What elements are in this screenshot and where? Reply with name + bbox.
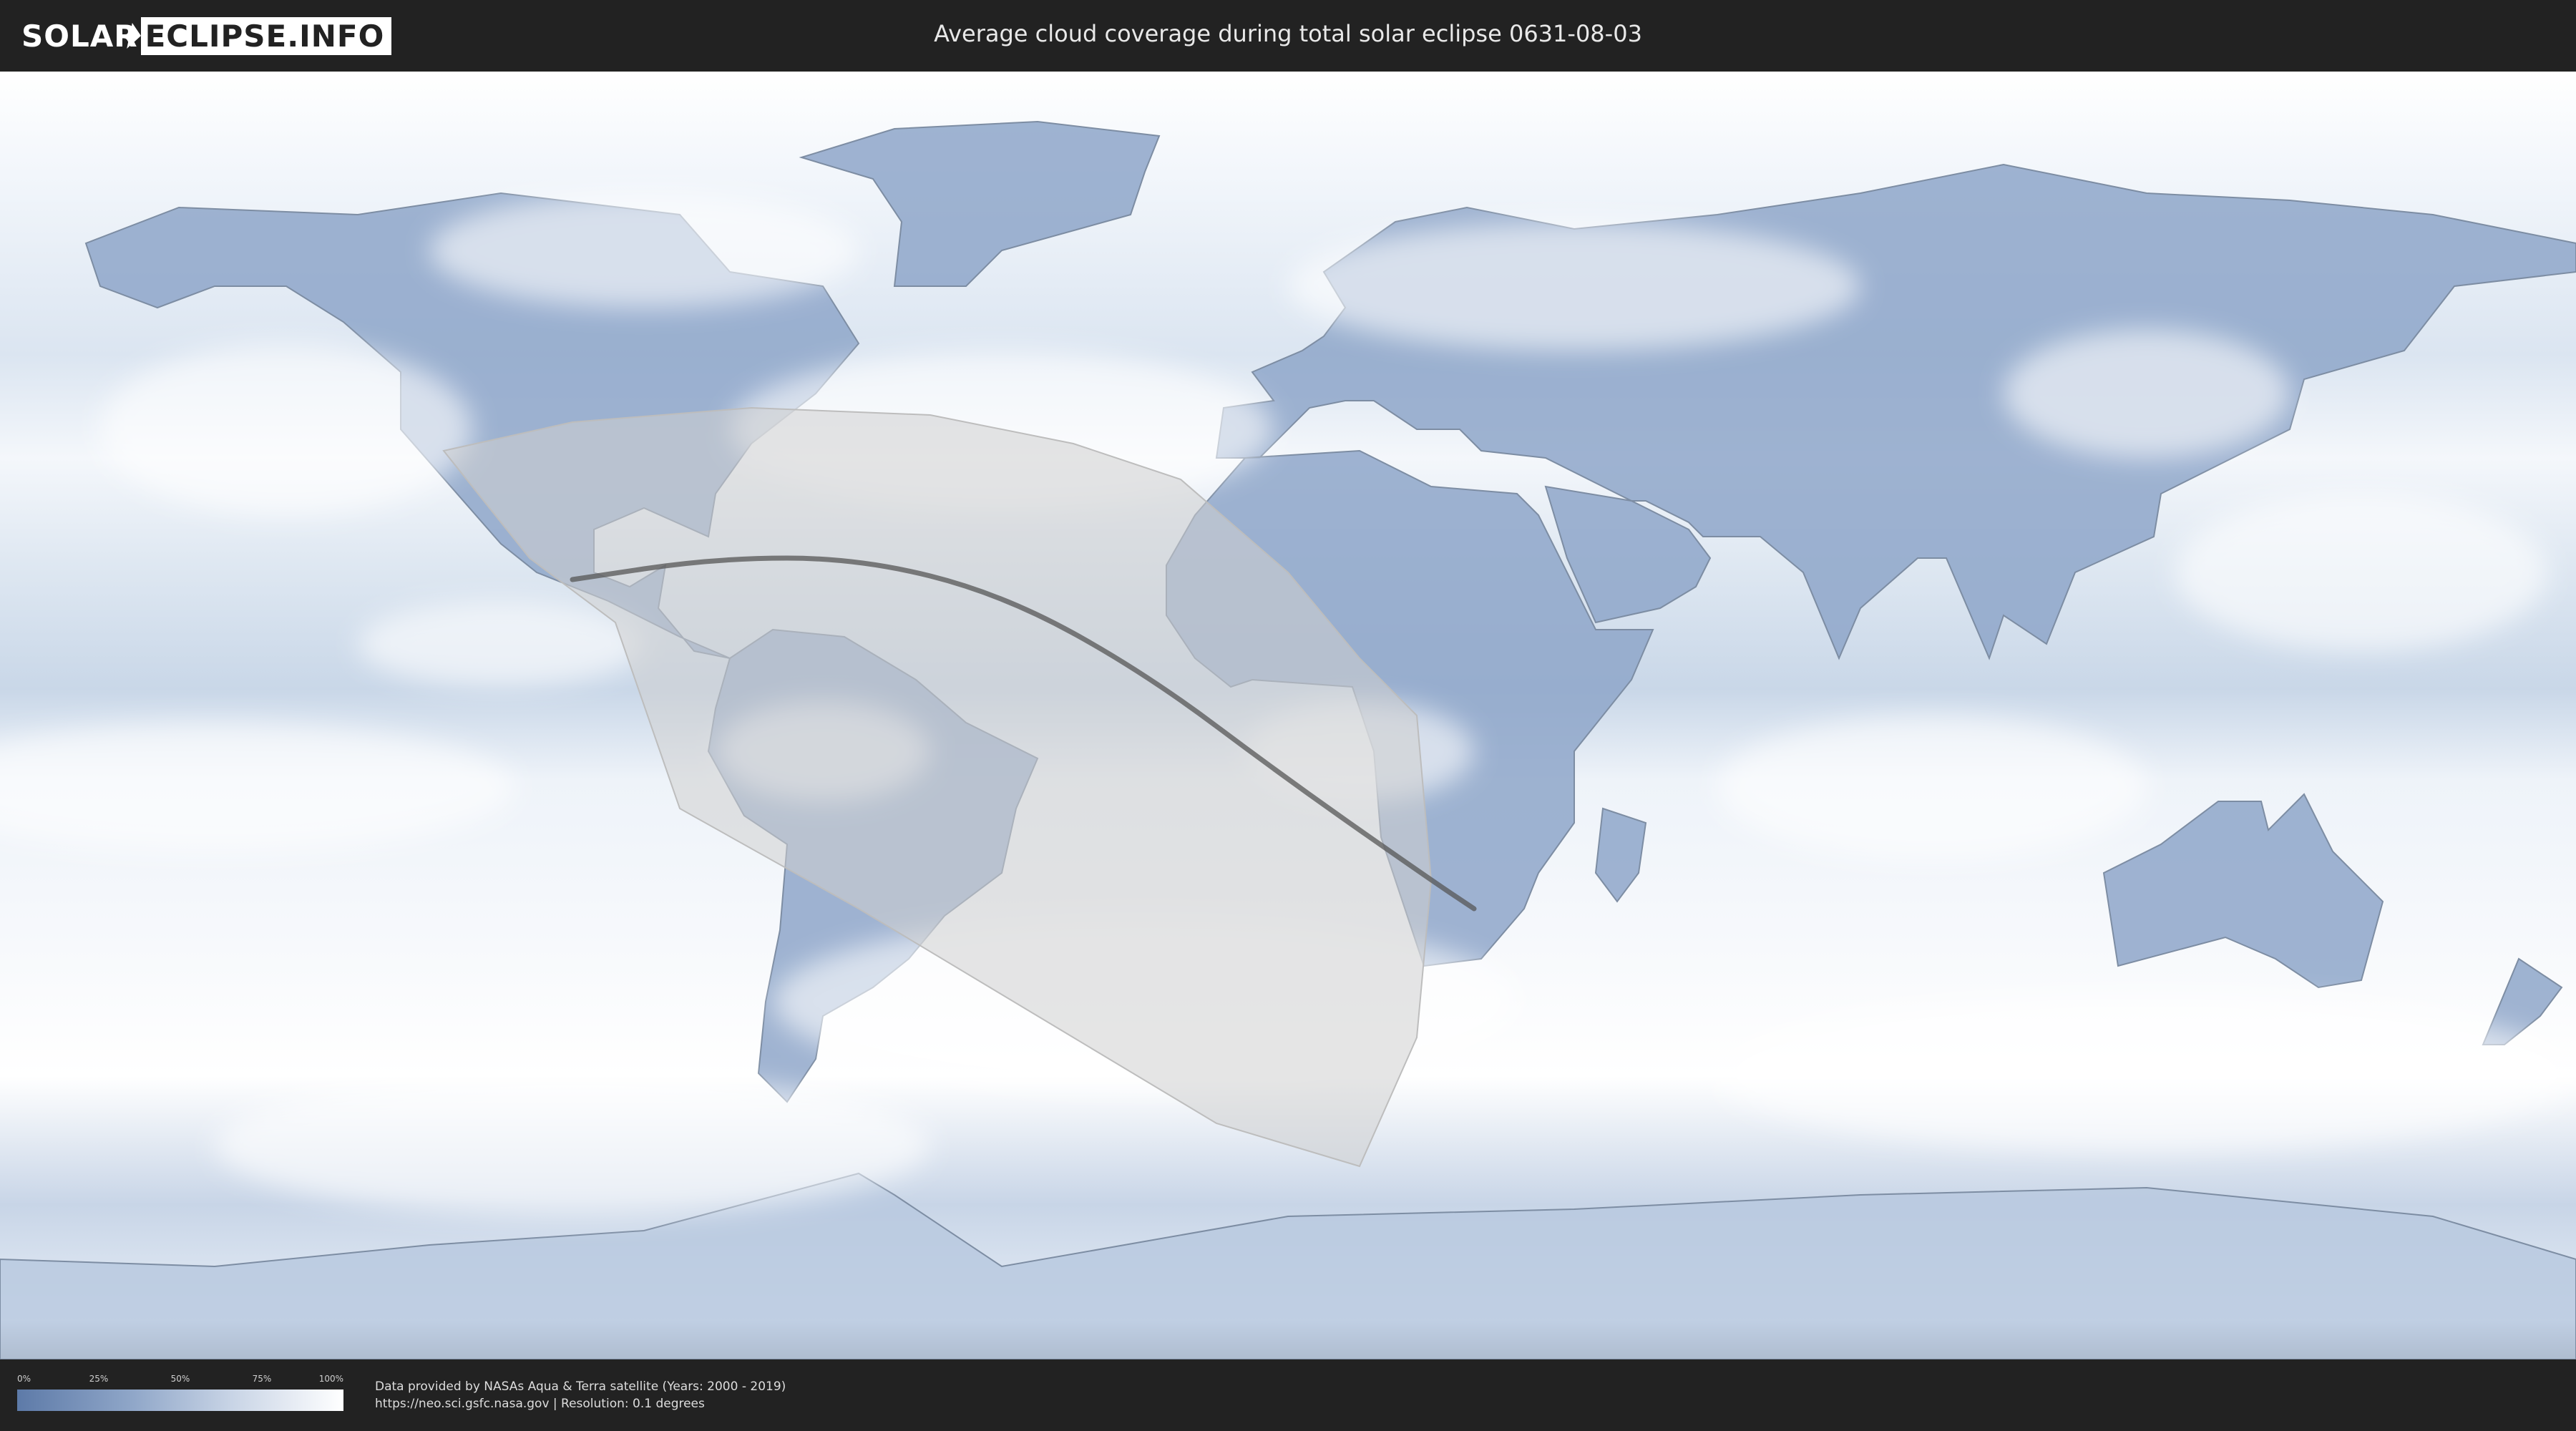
cloud-patch [215,1073,930,1216]
legend-tick-label: 25% [89,1374,109,1384]
bottom-bar: 0% 25% 50% 75% 100% Data provided by NASAs A… [0,1359,2576,1431]
legend-tick-label: 0% [17,1374,31,1384]
cloud-coverage-legend: 0% 25% 50% 75% 100% [17,1374,343,1411]
legend-color-bar [17,1390,343,1411]
page-title: Average cloud coverage during total sola… [934,20,1642,47]
data-credits: Data provided by NASAs Aqua & Terra sate… [375,1378,786,1412]
top-bar: SOLAR ECLIPSE.INFO Average cloud coverag… [0,0,2576,72]
legend-ticks: 0% 25% 50% 75% 100% [17,1374,343,1387]
cloud-patch [1288,222,1860,351]
cloud-coverage-map[interactable] [0,72,2576,1359]
cloud-patch [2175,494,2547,651]
cloud-patch [100,343,472,515]
legend-tick-label: 75% [252,1374,272,1384]
cloud-patch [429,193,859,308]
credits-line-1: Data provided by NASAs Aqua & Terra sate… [375,1379,786,1394]
cloud-patch [1717,995,2576,1152]
cloud-patch [358,601,644,687]
legend-tick-label: 100% [318,1374,343,1384]
legend-tick-label: 50% [170,1374,190,1384]
cloud-patch [1717,716,2147,859]
credits-line-2[interactable]: https://neo.sci.gsfc.nasa.gov | Resoluti… [375,1395,786,1412]
world-map-svg [0,72,2576,1359]
cloud-patch [2004,329,2290,458]
